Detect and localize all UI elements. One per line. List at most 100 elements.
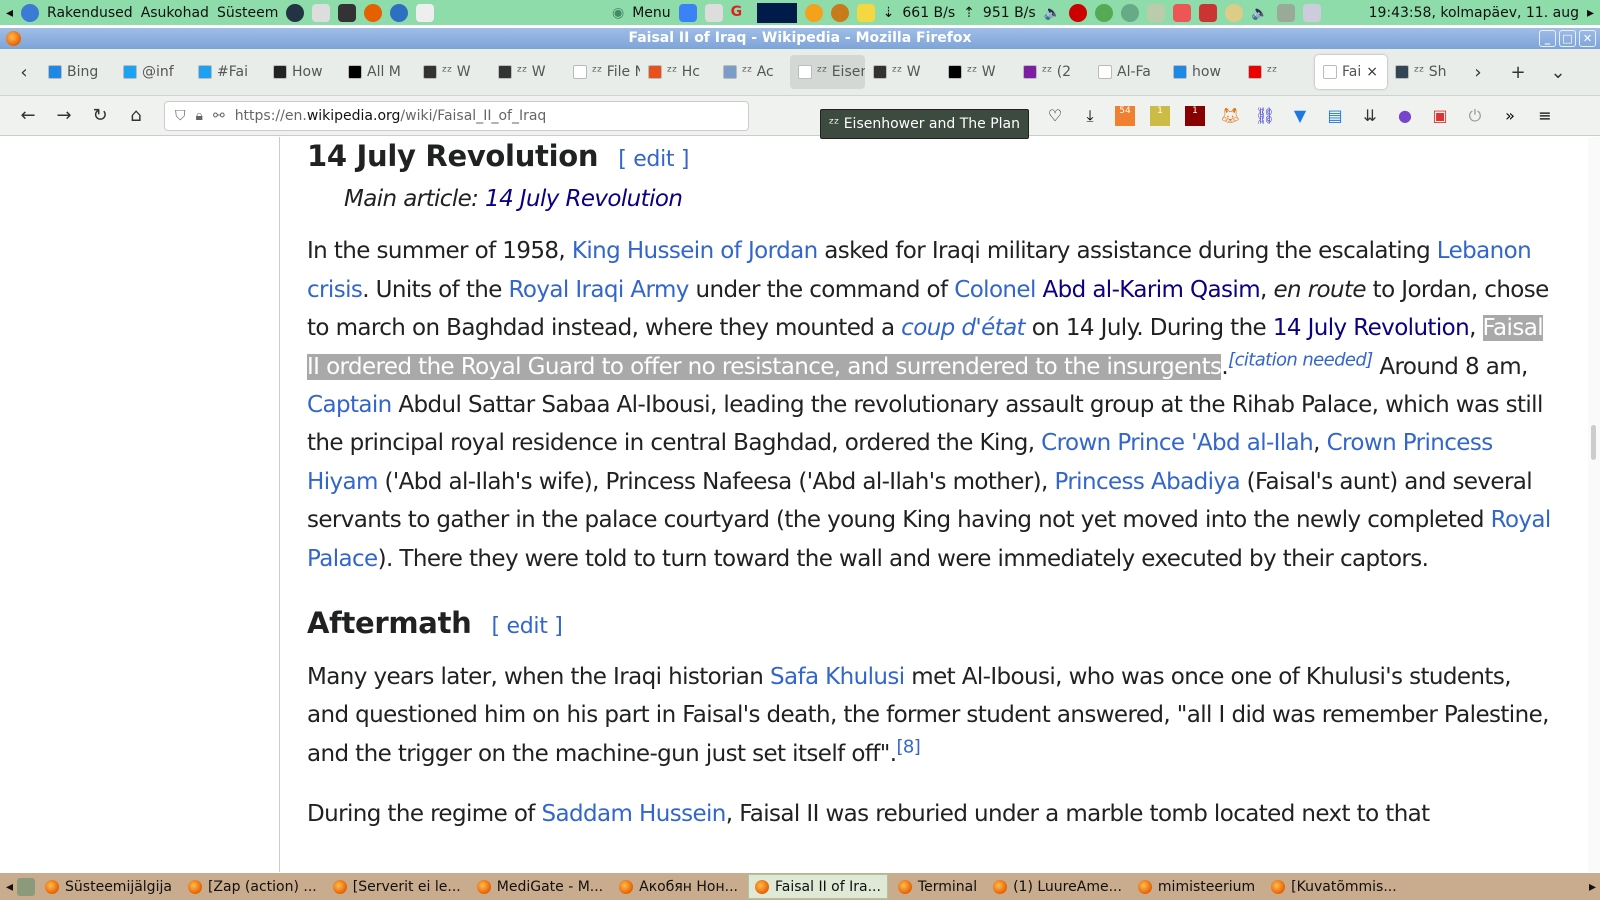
taskbar-item[interactable]: mimisteerium: [1132, 874, 1261, 899]
tab[interactable]: ᶻᶻ W: [865, 55, 940, 89]
scrollbar-thumb[interactable]: [1591, 425, 1596, 460]
tab[interactable]: @inf: [115, 55, 190, 89]
pocket-icon[interactable]: ♡: [1045, 106, 1065, 126]
url-text[interactable]: https://en.wikipedia.org/wiki/Faisal_II_…: [235, 108, 547, 124]
tab[interactable]: ᶻᶻ W: [490, 55, 565, 89]
tor-icon[interactable]: ●: [1395, 106, 1415, 126]
tab[interactable]: Bing: [40, 55, 115, 89]
download-manager-icon[interactable]: ⇊: [1360, 106, 1380, 126]
page-scrollbar[interactable]: [1588, 137, 1600, 872]
wiki-link[interactable]: Abd al-Karim Qasim: [1042, 277, 1260, 303]
battery-icon[interactable]: [1302, 3, 1321, 22]
tab[interactable]: how: [1165, 55, 1240, 89]
notes-icon[interactable]: [856, 3, 875, 22]
maximize-button[interactable]: □: [1559, 30, 1576, 47]
tab[interactable]: ᶻᶻ W: [940, 55, 1015, 89]
multi-tab-icon[interactable]: ▣: [1430, 106, 1450, 126]
ublock-icon[interactable]: 1: [1185, 105, 1205, 126]
tab[interactable]: ᶻᶻ File N: [565, 55, 640, 89]
taskbar-item[interactable]: Акобян Нон...: [613, 874, 744, 899]
tab[interactable]: ᶻᶻ W: [415, 55, 490, 89]
extension-badge-1[interactable]: 1: [1150, 105, 1170, 126]
menu-system[interactable]: Süsteem: [217, 5, 278, 21]
wiki-link[interactable]: 14 July Revolution: [1273, 315, 1470, 341]
more-tools-icon[interactable]: »: [1500, 106, 1520, 126]
power-icon[interactable]: ⏻: [1465, 106, 1485, 126]
update-icon[interactable]: [1225, 3, 1244, 22]
metamask-icon[interactable]: 🦊︎: [1220, 106, 1240, 126]
scroll-tabs-right-button[interactable]: ›: [1462, 62, 1494, 83]
tracking-protection-icon[interactable]: ⛉: [175, 108, 186, 124]
taskbar-item[interactable]: MediGate - M...: [471, 874, 609, 899]
hamburger-menu-icon[interactable]: ≡: [1535, 106, 1555, 126]
text-editor-icon[interactable]: [416, 3, 435, 22]
main-article-link[interactable]: 14 July Revolution: [485, 186, 683, 212]
tab[interactable]: ᶻᶻ: [1240, 55, 1315, 89]
arrow-right-icon[interactable]: ▸: [1589, 879, 1596, 895]
edit-section-link[interactable]: [ edit ]: [492, 614, 563, 639]
volume2-icon[interactable]: 🔈: [1251, 5, 1268, 21]
home-button[interactable]: ⌂: [118, 105, 154, 126]
menu-applications[interactable]: Rakendused: [47, 5, 133, 21]
wiki-link[interactable]: Princess Abadiya: [1054, 469, 1240, 495]
show-desktop-icon[interactable]: [17, 877, 36, 896]
extension-badge-54[interactable]: 54: [1115, 105, 1135, 126]
tab[interactable]: Al-Fa: [1090, 55, 1165, 89]
mail-clock-icon[interactable]: [704, 3, 723, 22]
weather-icon[interactable]: [804, 3, 823, 22]
downloads-icon[interactable]: ⤓: [1080, 106, 1100, 126]
tab[interactable]: How: [265, 55, 340, 89]
tab[interactable]: ᶻᶻ Sh: [1387, 55, 1462, 89]
arrow-right-icon[interactable]: ▸: [1587, 5, 1594, 21]
reference-link[interactable]: [8]: [896, 736, 920, 757]
back-button[interactable]: ←: [10, 105, 46, 126]
shield-icon[interactable]: [1173, 3, 1192, 22]
record-icon[interactable]: [1069, 3, 1088, 22]
reload-button[interactable]: ↻: [82, 105, 118, 126]
terminal-icon[interactable]: [338, 3, 357, 22]
close-window-button[interactable]: ✕: [1579, 30, 1596, 47]
list-tabs-button[interactable]: ⌄: [1542, 62, 1574, 83]
file-download-icon[interactable]: ▤: [1325, 106, 1345, 126]
arrow-left-icon[interactable]: ◂: [6, 879, 13, 895]
wiki-link[interactable]: Captain: [307, 392, 392, 418]
new-tab-button[interactable]: +: [1502, 62, 1534, 83]
taskbar-item[interactable]: [Kuvatõmmis...: [1265, 874, 1403, 899]
camera-icon[interactable]: [286, 3, 305, 22]
taskbar-item[interactable]: (1) LuureAme...: [987, 874, 1128, 899]
wiki-link[interactable]: Saddam Hussein: [542, 801, 727, 827]
tab[interactable]: #Fai: [190, 55, 265, 89]
wiki-link[interactable]: coup d'état: [901, 315, 1025, 341]
clock[interactable]: 19:43:58, kolmapäev, 11. aug: [1369, 5, 1579, 21]
tab[interactable]: ᶻᶻ Ac: [715, 55, 790, 89]
tab[interactable]: Fai ×: [1315, 55, 1387, 89]
taskbar-item[interactable]: [Zap (action) ...: [182, 874, 323, 899]
volume-icon[interactable]: 🔈: [1044, 5, 1061, 21]
reference-link[interactable]: [citation needed]: [1228, 349, 1373, 370]
arrow-left-icon[interactable]: ◂: [6, 5, 13, 21]
gmail-notifier-icon[interactable]: G: [731, 4, 749, 22]
scroll-tabs-left-button[interactable]: ‹: [8, 62, 40, 83]
menu-places[interactable]: Asukohad: [141, 5, 209, 21]
search-icon[interactable]: [830, 3, 849, 22]
tab[interactable]: ᶻᶻ Eisen: [790, 55, 865, 89]
extension-icon[interactable]: ▼: [1290, 106, 1310, 126]
check-icon[interactable]: [1095, 3, 1114, 22]
taskbar-item[interactable]: Süsteemijälgija: [39, 874, 178, 899]
firewall-icon[interactable]: [1199, 3, 1218, 22]
lock-icon[interactable]: 🔒︎: [196, 108, 203, 124]
wiki-link[interactable]: King Hussein of Jordan: [572, 238, 818, 264]
menu-button[interactable]: Menu: [632, 5, 670, 21]
menu-icon[interactable]: ◉: [612, 5, 624, 21]
tab[interactable]: All M: [340, 55, 415, 89]
bluetooth-icon[interactable]: [1121, 3, 1140, 22]
distro-logo-icon[interactable]: [21, 3, 40, 22]
window-titlebar[interactable]: Faisal II of Iraq - Wikipedia - Mozilla …: [0, 28, 1600, 49]
thunderbird-icon[interactable]: [390, 3, 409, 22]
close-tab-icon[interactable]: ×: [1366, 64, 1378, 80]
wiki-link[interactable]: Crown Prince 'Abd al-Ilah: [1041, 430, 1314, 456]
taskbar-item[interactable]: [Serverit ei le...: [327, 874, 467, 899]
wiki-link[interactable]: Safa Khulusi: [770, 664, 905, 690]
url-bar[interactable]: ⛉ 🔒︎ ⚯ https://en.wikipedia.org/wiki/Fai…: [164, 100, 749, 131]
minimize-button[interactable]: _: [1539, 30, 1556, 47]
